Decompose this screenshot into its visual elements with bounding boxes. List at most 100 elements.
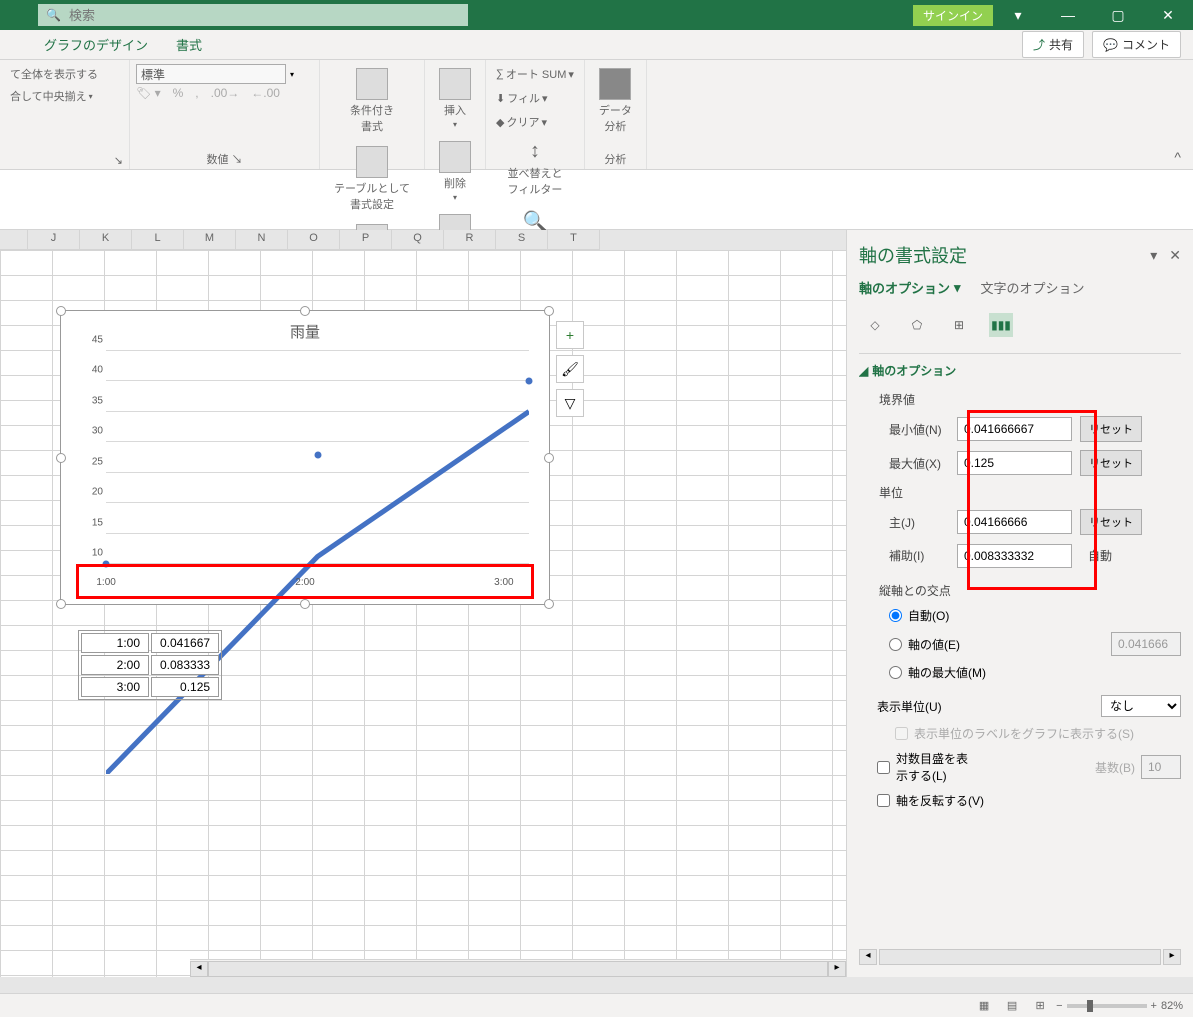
- search-input[interactable]: [69, 8, 245, 23]
- log-scale-check[interactable]: [877, 761, 890, 774]
- chart-elements-btn[interactable]: +: [556, 321, 584, 349]
- conditional-format-btn[interactable]: 条件付き 書式: [342, 64, 402, 138]
- col-header[interactable]: N: [236, 230, 288, 250]
- scroll-left-icon[interactable]: ◂: [190, 961, 208, 977]
- fill-line-icon[interactable]: ◇: [863, 313, 887, 337]
- axis-options-icon[interactable]: ▮▮▮: [989, 313, 1013, 337]
- maximize-icon[interactable]: ▢: [1093, 0, 1143, 30]
- max-input[interactable]: [957, 451, 1072, 475]
- comment-button[interactable]: 💬コメント: [1092, 31, 1181, 58]
- page-break-icon[interactable]: ⊞: [1028, 996, 1052, 1016]
- col-header[interactable]: M: [184, 230, 236, 250]
- search-icon: 🔍: [46, 8, 61, 22]
- sort-icon: ↕: [530, 140, 540, 163]
- chart-title[interactable]: 雨量: [61, 321, 549, 342]
- bounds-label: 境界値: [871, 387, 1181, 412]
- major-reset-btn[interactable]: リセット: [1080, 509, 1142, 535]
- normal-view-icon[interactable]: ▦: [972, 996, 996, 1016]
- close-icon[interactable]: ✕: [1143, 0, 1193, 30]
- cross-value-radio[interactable]: [889, 638, 902, 651]
- ribbon-drop-icon[interactable]: ▾: [993, 0, 1043, 30]
- horizontal-scrollbar[interactable]: ◂ ▸: [190, 959, 846, 977]
- tab-chart-design[interactable]: グラフのデザイン: [30, 29, 162, 60]
- cross-auto-radio[interactable]: [889, 609, 902, 622]
- col-header[interactable]: L: [132, 230, 184, 250]
- minor-input[interactable]: [957, 544, 1072, 568]
- data-analysis-btn[interactable]: データ 分析: [591, 64, 640, 138]
- delete-btn[interactable]: 削除▾: [431, 137, 479, 206]
- sort-filter-btn[interactable]: ↕並べ替えと フィルター: [499, 136, 570, 201]
- minor-label: 補助(I): [889, 547, 949, 564]
- comma-icon[interactable]: ,: [195, 86, 198, 100]
- number-format-select[interactable]: [136, 64, 286, 84]
- min-label: 最小値(N): [889, 421, 949, 438]
- tab-axis-options[interactable]: 軸のオプション ▾: [859, 278, 961, 297]
- minimize-icon[interactable]: —: [1043, 0, 1093, 30]
- inc-decimal-icon[interactable]: .00→: [211, 86, 240, 100]
- fill-btn[interactable]: ⬇ フィル ▾: [492, 88, 578, 108]
- window-controls: ▾ — ▢ ✕: [993, 0, 1193, 30]
- col-header[interactable]: P: [340, 230, 392, 250]
- col-header[interactable]: K: [80, 230, 132, 250]
- table-format-icon: [356, 146, 388, 178]
- cross-max-radio[interactable]: [889, 666, 902, 679]
- tab-format[interactable]: 書式: [162, 29, 216, 60]
- unit-label: 表示単位(U): [877, 698, 942, 715]
- zoom-in-icon[interactable]: +: [1151, 1000, 1157, 1012]
- section-axis-options[interactable]: ◢ 軸のオプション: [859, 362, 1181, 379]
- pane-options-icon[interactable]: ▾: [1150, 247, 1157, 264]
- clear-btn[interactable]: ◆ クリア ▾: [492, 112, 578, 132]
- pane-scroll-left-icon[interactable]: ◂: [859, 949, 877, 965]
- col-header[interactable]: R: [444, 230, 496, 250]
- pane-title: 軸の書式設定: [859, 242, 967, 268]
- effects-icon[interactable]: ⬠: [905, 313, 929, 337]
- zoom-slider[interactable]: [1067, 1004, 1147, 1008]
- dec-decimal-icon[interactable]: ←.00: [251, 86, 280, 100]
- select-all-corner[interactable]: [0, 230, 28, 250]
- chart-object[interactable]: 雨量 45 40 35 30 25 20 15 10: [60, 310, 550, 605]
- sheet-area[interactable]: J K L M N O P Q R S T: [0, 230, 846, 977]
- min-reset-btn[interactable]: リセット: [1080, 416, 1142, 442]
- max-reset-btn[interactable]: リセット: [1080, 450, 1142, 476]
- insert-icon: [439, 68, 471, 100]
- min-input[interactable]: [957, 417, 1072, 441]
- page-layout-icon[interactable]: ▤: [1000, 996, 1024, 1016]
- show-label-check: [895, 727, 908, 740]
- unit-select[interactable]: なし: [1101, 695, 1181, 717]
- data-analysis-icon: [599, 68, 631, 100]
- cross-label: 縦軸との交点: [871, 578, 1181, 603]
- wrap-text-btn[interactable]: て全体を表示する: [6, 64, 123, 84]
- chart-styles-btn[interactable]: 🖌: [556, 355, 584, 383]
- percent-icon[interactable]: %: [173, 86, 184, 100]
- search-box[interactable]: 🔍: [38, 4, 468, 26]
- formula-bar[interactable]: [0, 170, 1193, 230]
- max-label: 最大値(X): [889, 455, 949, 472]
- col-header[interactable]: Q: [392, 230, 444, 250]
- insert-btn[interactable]: 挿入▾: [431, 64, 479, 133]
- units-label: 単位: [871, 480, 1181, 505]
- col-header[interactable]: J: [28, 230, 80, 250]
- pane-scroll-right-icon[interactable]: ▸: [1163, 949, 1181, 965]
- collapse-ribbon-icon[interactable]: ^: [1174, 149, 1181, 165]
- col-header[interactable]: S: [496, 230, 548, 250]
- major-label: 主(J): [889, 514, 949, 531]
- signin-button[interactable]: サインイン: [913, 5, 993, 26]
- delete-icon: [439, 141, 471, 173]
- zoom-label[interactable]: 82%: [1161, 1000, 1183, 1012]
- col-header[interactable]: T: [548, 230, 600, 250]
- autosum-btn[interactable]: ∑ オート SUM ▾: [492, 64, 578, 84]
- share-button[interactable]: ⤴共有: [1022, 31, 1084, 58]
- zoom-out-icon[interactable]: −: [1056, 1000, 1062, 1012]
- pane-close-icon[interactable]: ✕: [1169, 247, 1181, 264]
- size-props-icon[interactable]: ⊞: [947, 313, 971, 337]
- chart-filters-btn[interactable]: ▽: [556, 389, 584, 417]
- scroll-right-icon[interactable]: ▸: [828, 961, 846, 977]
- col-header[interactable]: O: [288, 230, 340, 250]
- currency-icon[interactable]: 🏷 ▾: [136, 86, 161, 100]
- merge-center-btn[interactable]: 合して中央揃え ▾: [6, 86, 123, 106]
- table-format-btn[interactable]: テーブルとして 書式設定: [326, 142, 418, 216]
- major-input[interactable]: [957, 510, 1072, 534]
- tab-text-options[interactable]: 文字のオプション: [981, 278, 1085, 297]
- x-axis-highlight: 1:00 2:00 3:00: [76, 564, 534, 599]
- reverse-axis-check[interactable]: [877, 794, 890, 807]
